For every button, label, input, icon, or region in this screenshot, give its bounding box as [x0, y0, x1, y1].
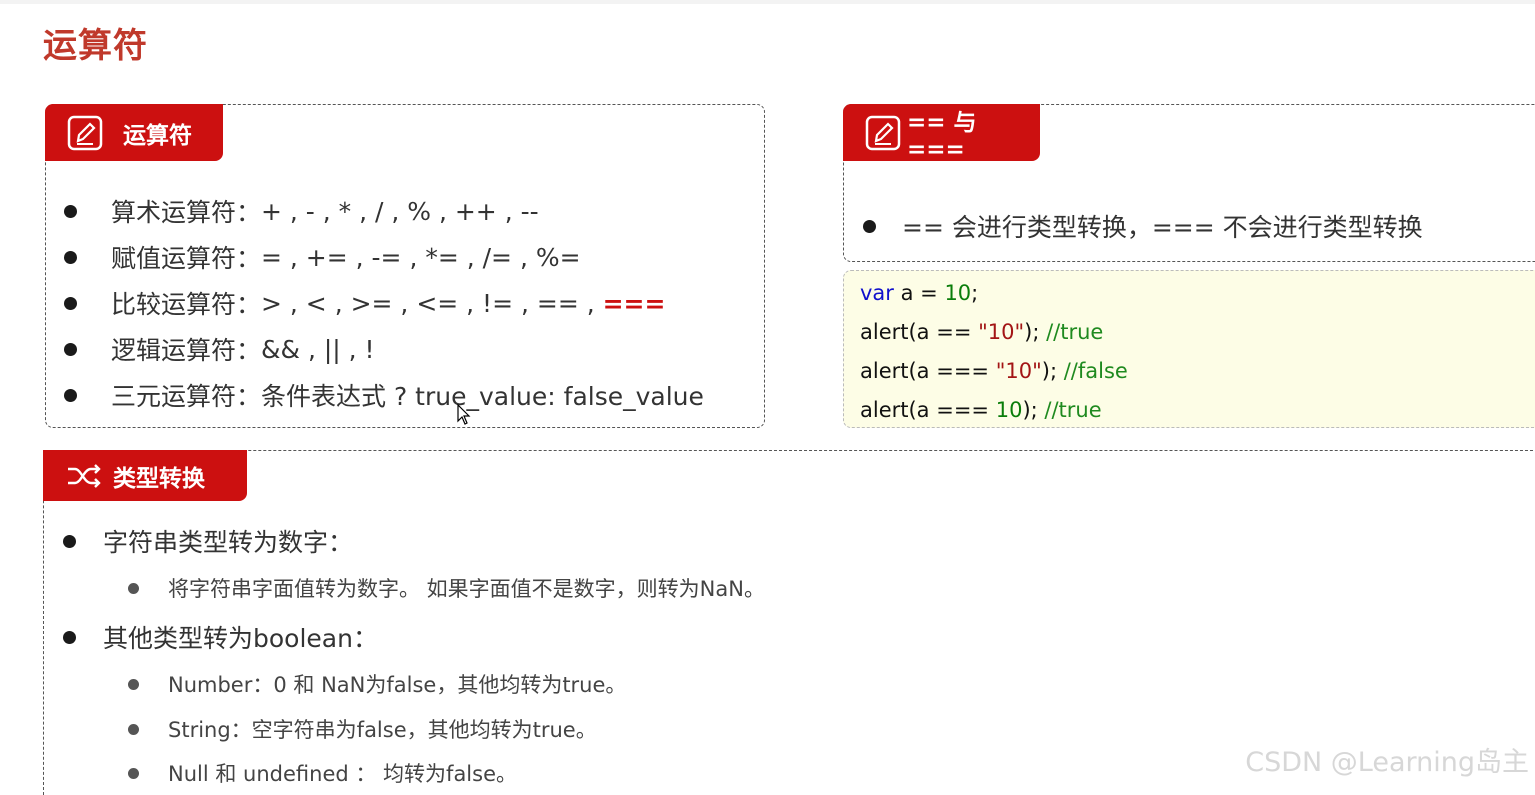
list-item: 逻辑运算符： && , || , ! — [64, 331, 375, 367]
conversion-tag-label: 类型转换 — [113, 465, 205, 492]
list-item: 将字符串字面值转为数字。 如果字面值不是数字，则转为NaN。 — [128, 573, 765, 603]
equality-tag: == 与 === — [843, 104, 1040, 163]
bullet-icon — [863, 219, 876, 233]
code-line: var a = 10; — [860, 281, 979, 305]
list-item: 算术运算符： + , - , * , / , % , ++ , -- — [64, 193, 539, 229]
bullet-icon — [128, 767, 139, 779]
list-item: 其他类型转为boolean： — [63, 619, 378, 655]
mouse-cursor-icon — [457, 403, 471, 426]
conversion-tag: 类型转换 — [43, 450, 247, 501]
list-item: == 会进行类型转换，=== 不会进行类型转换 — [863, 208, 1423, 244]
equality-tag-label: == 与 === — [907, 109, 977, 163]
bullet-icon — [64, 296, 77, 310]
code-line: alert(a === 10); //true — [860, 398, 1102, 422]
top-border — [0, 0, 1535, 4]
code-block: var a = 10; alert(a == "10"); //true ale… — [843, 270, 1535, 428]
bullet-icon — [128, 678, 139, 690]
list-item: Null 和 undefined ： 均转为false。 — [128, 758, 517, 788]
strict-equal-highlight: === — [602, 288, 666, 318]
list-item: 三元运算符： 条件表达式 ? true_value: false_value — [64, 377, 704, 413]
shuffle-icon — [65, 458, 101, 494]
watermark: CSDN @Learning岛主 — [1245, 747, 1529, 778]
list-item: 字符串类型转为数字： — [63, 523, 353, 559]
bullet-icon — [63, 534, 76, 548]
bullet-icon — [64, 388, 77, 402]
code-line: alert(a == "10"); //true — [860, 320, 1104, 344]
pencil-edit-icon — [67, 115, 103, 151]
bullet-icon — [64, 342, 77, 356]
bullet-icon — [63, 630, 76, 644]
list-item: 赋值运算符： = , += , -= , *= , /= , %= — [64, 239, 581, 275]
page-title: 运算符 — [43, 26, 148, 66]
bullet-icon — [64, 204, 77, 218]
pencil-edit-icon — [865, 115, 901, 151]
operators-tag: 运算符 — [45, 104, 223, 161]
operators-tag-label: 运算符 — [123, 122, 192, 149]
bullet-icon — [128, 582, 139, 594]
bullet-icon — [64, 250, 77, 264]
list-item: Number：0 和 NaN为false，其他均转为true。 — [128, 669, 626, 699]
code-line: alert(a === "10"); //false — [860, 359, 1128, 383]
list-item: 比较运算符： > , < , >= , <= , != , == , === — [64, 285, 665, 321]
bullet-icon — [128, 723, 139, 735]
list-item: String：空字符串为false，其他均转为true。 — [128, 714, 597, 744]
